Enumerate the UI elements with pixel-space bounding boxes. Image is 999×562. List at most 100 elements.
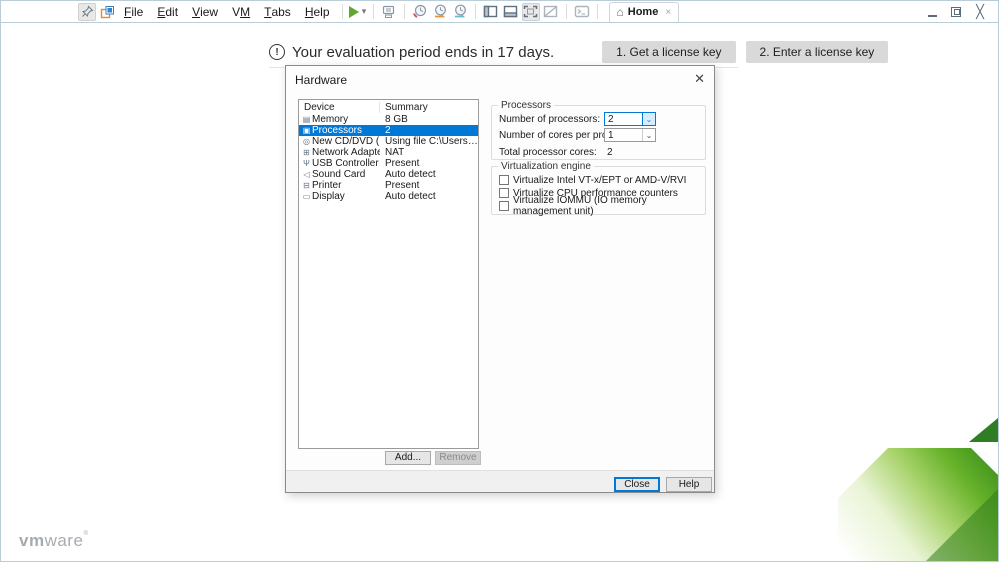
minimize-icon [928, 15, 937, 17]
toolbar-separator [342, 4, 343, 19]
num-processors-select[interactable]: 2 ⌄ [604, 112, 656, 126]
checkbox-label: Virtualize IOMMU (IO memory management u… [513, 195, 705, 217]
add-device-button[interactable]: Add... [385, 451, 431, 465]
device-row-printer[interactable]: ⊟PrinterPresent [299, 180, 478, 191]
maximize-button[interactable] [946, 3, 966, 21]
device-summary: Auto detect [380, 169, 478, 180]
close-button[interactable]: Close [614, 477, 660, 492]
maximize-icon [951, 7, 961, 17]
device-list[interactable]: Device Summary ▤Memory8 GB▣Processors2◎N… [298, 99, 479, 449]
virtualization-group: Virtualization engine Virtualize Intel V… [491, 166, 706, 215]
chevron-down-icon[interactable]: ⌄ [642, 113, 655, 125]
tab-home[interactable]: ⌂ Home × [609, 2, 680, 22]
num-processors-value: 2 [605, 114, 642, 125]
console-icon [574, 5, 590, 18]
cd-icon: ◎ [301, 136, 312, 147]
dialog-titlebar[interactable]: Hardware ✕ [286, 66, 714, 92]
home-icon: ⌂ [617, 5, 624, 19]
fullscreen-button[interactable] [522, 3, 540, 21]
evaluation-text: Your evaluation period ends in 17 days. [292, 44, 554, 61]
network-icon: ⊞ [301, 147, 312, 158]
device-summary: Auto detect [380, 191, 478, 202]
device-summary: Using file C:\Users\HP\Down... [380, 136, 478, 147]
menu-tabs[interactable]: Tabs [257, 2, 298, 22]
enter-license-key-button[interactable]: 2. Enter a license key [746, 41, 889, 63]
library-panel-icon [483, 5, 498, 18]
take-snapshot-button[interactable] [411, 3, 429, 21]
toolbar-separator [404, 4, 405, 19]
close-icon: ╳ [976, 4, 984, 20]
device-row-processor[interactable]: ▣Processors2 [299, 125, 478, 136]
checkbox-icon[interactable] [499, 175, 509, 185]
show-library-button[interactable] [482, 3, 500, 21]
device-row-sound[interactable]: ◁Sound CardAuto detect [299, 169, 478, 180]
column-header-summary: Summary [380, 102, 428, 113]
total-cores-value: 2 [607, 147, 613, 158]
console-view-button[interactable] [573, 3, 591, 21]
cores-per-processor-value: 1 [605, 130, 642, 141]
show-thumbnail-bar-button[interactable] [502, 3, 520, 21]
get-license-key-button[interactable]: 1. Get a license key [602, 41, 735, 63]
device-row-usb[interactable]: ΨUSB ControllerPresent [299, 158, 478, 169]
device-row-memory[interactable]: ▤Memory8 GB [299, 114, 478, 125]
chevron-down-icon[interactable]: ⌄ [642, 129, 655, 141]
vmware-logo-vm: vm [19, 531, 45, 550]
menu-view[interactable]: View [185, 2, 225, 22]
checkbox-icon[interactable] [499, 201, 509, 211]
close-window-button[interactable]: ╳ [970, 3, 990, 21]
cores-per-processor-select[interactable]: 1 ⌄ [604, 128, 656, 142]
unity-mode-button[interactable] [542, 3, 560, 21]
thumbnail-bar-icon [503, 5, 518, 18]
pin-icon [81, 5, 94, 18]
minimize-button[interactable] [922, 3, 942, 21]
manage-snapshots-button[interactable] [451, 3, 469, 21]
device-rows: ▤Memory8 GB▣Processors2◎New CD/DVD (IDE)… [299, 114, 478, 202]
send-ctrl-alt-del-button[interactable] [380, 3, 398, 21]
checkbox-icon[interactable] [499, 188, 509, 198]
help-button[interactable]: Help [666, 477, 712, 492]
device-row-display[interactable]: ▭DisplayAuto detect [299, 191, 478, 202]
device-row-cd[interactable]: ◎New CD/DVD (IDE)Using file C:\Users\HP\… [299, 136, 478, 147]
vmware-logo-icon [100, 5, 115, 19]
power-on-button[interactable]: ▾ [349, 3, 367, 21]
vmware-logo-button[interactable] [98, 3, 116, 21]
num-processors-row: Number of processors: 2 ⌄ [499, 112, 698, 126]
remove-device-button[interactable]: Remove [435, 451, 481, 465]
vmware-logo: vmware® [19, 531, 88, 551]
cores-per-processor-row: Number of cores per processor: 1 ⌄ [499, 128, 698, 142]
vmware-logo-ware: ware [45, 531, 84, 550]
revert-snapshot-button[interactable] [431, 3, 449, 21]
device-summary: NAT [380, 147, 478, 158]
device-name: New CD/DVD (IDE) [312, 136, 380, 147]
virtualization-option-0[interactable]: Virtualize Intel VT-x/EPT or AMD-V/RVI [499, 174, 686, 186]
warning-icon: ! [269, 44, 285, 60]
tab-close-icon[interactable]: × [665, 7, 671, 18]
revert-snapshot-icon [432, 4, 448, 19]
chevron-down-icon: ▾ [362, 6, 367, 17]
pin-toolbar-button[interactable] [78, 3, 96, 21]
menu-vm[interactable]: VM [225, 2, 257, 22]
device-summary: Present [380, 158, 478, 169]
virtualization-option-2[interactable]: Virtualize IOMMU (IO memory management u… [499, 200, 705, 212]
registered-mark: ® [83, 531, 88, 537]
menu-edit[interactable]: Edit [150, 2, 185, 22]
toolbar-separator [597, 4, 598, 19]
menu-help[interactable]: Help [298, 2, 337, 22]
manage-snapshots-icon [452, 4, 468, 19]
vmware-workstation-window: FileEditViewVMTabsHelp ▾ [0, 0, 999, 562]
menu-bar: FileEditViewVMTabsHelp [117, 2, 337, 22]
device-name: Sound Card [312, 169, 365, 180]
take-snapshot-icon [412, 4, 428, 19]
window-controls: ╳ [918, 3, 990, 21]
menu-file[interactable]: File [117, 2, 150, 22]
dialog-close-icon[interactable]: ✕ [694, 71, 705, 87]
display-icon: ▭ [301, 191, 312, 202]
unity-mode-icon [543, 5, 558, 18]
device-row-network[interactable]: ⊞Network AdapterNAT [299, 147, 478, 158]
play-icon [349, 6, 359, 18]
processors-group-title: Processors [498, 100, 554, 111]
device-summary: Present [380, 180, 478, 191]
total-cores-label: Total processor cores: [499, 147, 597, 158]
total-cores-row: Total processor cores: 2 [499, 145, 698, 159]
device-summary: 2 [380, 125, 478, 136]
